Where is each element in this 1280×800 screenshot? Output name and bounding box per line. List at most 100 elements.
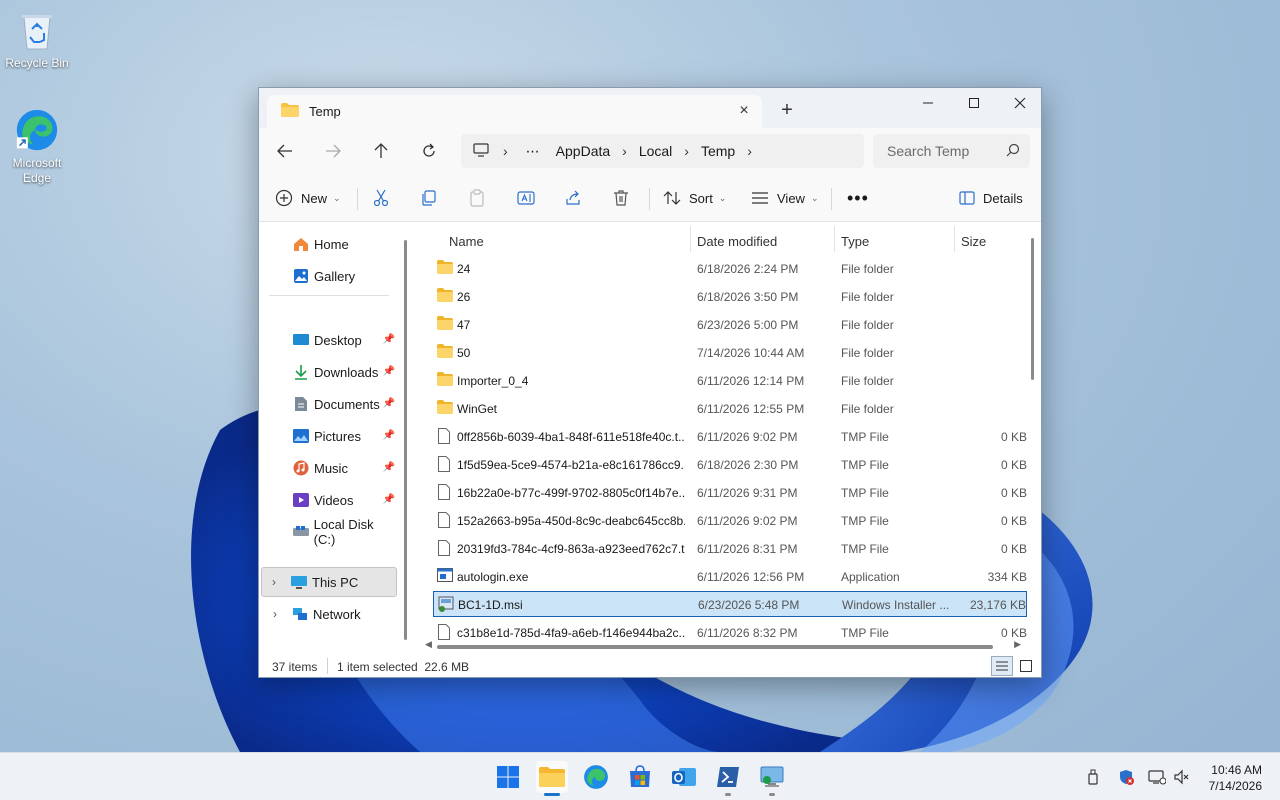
close-window-button[interactable] (997, 88, 1043, 118)
sidebar-item-local-disk[interactable]: Local Disk (C:) (261, 517, 397, 547)
pin-icon[interactable]: 📌 (383, 334, 395, 345)
table-row[interactable]: 20319fd3-784c-4cf9-863a-a923eed762c7.t..… (433, 536, 1027, 562)
close-tab-icon[interactable]: × (736, 103, 752, 119)
search-placeholder: Search Temp (887, 143, 970, 159)
windows-logo-icon (497, 766, 519, 788)
column-header-type[interactable]: Type (835, 228, 951, 254)
command-bar: New ⌄ Sort ⌄ View ⌄ ••• Details (259, 174, 1041, 222)
folder-icon (437, 372, 453, 388)
sidebar-item-network[interactable]: › Network (261, 599, 397, 629)
view-button[interactable]: View ⌄ (751, 184, 819, 212)
sidebar-item-this-pc[interactable]: › This PC (261, 567, 397, 597)
network-status-icon[interactable] (1148, 769, 1167, 785)
pin-icon[interactable]: 📌 (383, 366, 395, 377)
cut-button[interactable] (373, 184, 389, 212)
volume-muted-icon[interactable] (1174, 769, 1190, 785)
column-header-date[interactable]: Date modified (691, 228, 831, 254)
details-view-button[interactable] (991, 656, 1013, 676)
table-row[interactable]: 26 6/18/2026 3:50 PM File folder (433, 284, 1027, 310)
tab-temp[interactable]: Temp × (267, 95, 762, 128)
copy-button[interactable] (421, 184, 437, 212)
file-type: File folder (841, 402, 894, 416)
desktop-icon-recycle-bin[interactable]: Recycle Bin (0, 8, 74, 70)
table-row[interactable]: 1f5d59ea-5ce9-4574-b21a-e8c161786cc9....… (433, 452, 1027, 478)
rename-button[interactable] (517, 184, 535, 212)
chevron-right-icon[interactable]: › (273, 607, 291, 621)
paste-button[interactable] (469, 184, 485, 212)
start-button[interactable] (492, 761, 524, 793)
more-options-button[interactable]: ••• (847, 184, 869, 212)
table-row[interactable]: BC1-1D.msi 6/23/2026 5:48 PM Windows Insta… (433, 591, 1027, 617)
file-date: 6/23/2026 5:00 PM (697, 318, 799, 332)
chevron-right-icon: › (503, 143, 508, 159)
column-header-size[interactable]: Size (955, 228, 1035, 254)
minimize-button[interactable] (905, 88, 951, 118)
sidebar-item-music[interactable]: Music 📌 (261, 453, 397, 483)
sidebar-item-pictures[interactable]: Pictures 📌 (261, 421, 397, 451)
file-icon (437, 512, 453, 528)
pin-icon[interactable]: 📌 (383, 462, 395, 473)
taskbar: 10:46 AM 7/14/2026 (0, 752, 1280, 800)
table-row[interactable]: 152a2663-b95a-450d-8c9c-deabc645cc8b... 6… (433, 508, 1027, 534)
new-tab-button[interactable]: + (775, 99, 799, 123)
chevron-right-icon[interactable]: › (747, 143, 752, 159)
usb-device-icon[interactable] (1086, 769, 1102, 785)
sidebar-item-desktop[interactable]: Desktop 📌 (261, 325, 397, 355)
sidebar-item-documents[interactable]: Documents 📌 (261, 389, 397, 419)
system-clock[interactable]: 10:46 AM 7/14/2026 (1209, 762, 1262, 794)
table-row[interactable]: WinGet 6/11/2026 12:55 PM File folder (433, 396, 1027, 422)
horizontal-scroll-thumb[interactable] (437, 645, 993, 649)
taskbar-remote-desktop[interactable] (756, 761, 788, 796)
sidebar-item-gallery[interactable]: Gallery (261, 261, 397, 291)
sidebar-item-downloads[interactable]: Downloads 📌 (261, 357, 397, 387)
sort-button[interactable]: Sort ⌄ (663, 184, 726, 212)
table-row[interactable]: Importer_0_4 6/11/2026 12:14 PM File folde… (433, 368, 1027, 394)
details-pane-button[interactable]: Details (959, 184, 1023, 212)
table-row[interactable]: 16b22a0e-b77c-499f-9702-8805c0f14b7e....… (433, 480, 1027, 506)
search-input[interactable]: Search Temp (873, 134, 1030, 168)
sidebar-item-videos[interactable]: Videos 📌 (261, 485, 397, 515)
desktop-icon-label: Microsoft Edge (12, 156, 62, 185)
chevron-right-icon[interactable]: › (272, 575, 290, 589)
tiles-view-button[interactable] (1019, 658, 1033, 674)
view-label: View (777, 190, 805, 206)
breadcrumb-appdata[interactable]: AppData (556, 143, 610, 159)
table-row[interactable]: 24 6/18/2026 2:24 PM File folder (433, 256, 1027, 282)
share-button[interactable] (565, 184, 583, 212)
table-row[interactable]: 50 7/14/2026 10:44 AM File folder (433, 340, 1027, 366)
pin-icon[interactable]: 📌 (383, 494, 395, 505)
taskbar-powershell[interactable] (712, 761, 744, 796)
downloads-icon (292, 363, 310, 381)
taskbar-store[interactable] (624, 761, 656, 793)
pin-icon[interactable]: 📌 (383, 430, 395, 441)
pin-icon[interactable]: 📌 (383, 398, 395, 409)
new-button[interactable]: New ⌄ (275, 184, 341, 212)
table-row[interactable]: c31b8e1d-785d-4fa9-a6eb-f146e944ba2c....… (433, 620, 1027, 642)
maximize-button[interactable] (951, 88, 997, 118)
scroll-right-icon[interactable]: ▶ (1014, 639, 1021, 650)
refresh-button[interactable] (415, 138, 443, 164)
address-bar[interactable]: › ⋯ AppData › Local › Temp › (461, 134, 864, 168)
recycle-bin-icon (15, 8, 59, 52)
file-list-scrollbar[interactable] (1031, 238, 1034, 380)
table-row[interactable]: 0ff2856b-6039-4ba1-848f-611e518fe40c.t..… (433, 424, 1027, 450)
table-row[interactable]: autologin.exe 6/11/2026 12:56 PM Applicati… (433, 564, 1027, 590)
breadcrumb-local[interactable]: Local (639, 143, 672, 159)
back-button[interactable] (271, 138, 299, 164)
status-bar: 37 items 1 item selected 22.6 MB (259, 654, 1041, 678)
delete-button[interactable] (613, 184, 629, 212)
table-row[interactable]: 47 6/23/2026 5:00 PM File folder (433, 312, 1027, 338)
security-alert-icon[interactable] (1118, 769, 1134, 785)
breadcrumb-overflow[interactable]: ⋯ (526, 143, 540, 160)
column-header-name[interactable]: Name (443, 228, 683, 254)
taskbar-outlook[interactable] (668, 761, 700, 793)
sidebar-item-home[interactable]: Home (261, 229, 397, 259)
taskbar-edge[interactable] (580, 761, 612, 793)
desktop-icon-edge[interactable]: Microsoft Edge (0, 108, 74, 186)
scroll-left-icon[interactable]: ◀ (425, 639, 432, 650)
breadcrumb-temp[interactable]: Temp (701, 143, 735, 159)
taskbar-file-explorer[interactable] (536, 761, 568, 796)
forward-button[interactable] (319, 138, 347, 164)
sidebar-scrollbar[interactable] (404, 240, 407, 640)
up-button[interactable] (367, 138, 395, 164)
